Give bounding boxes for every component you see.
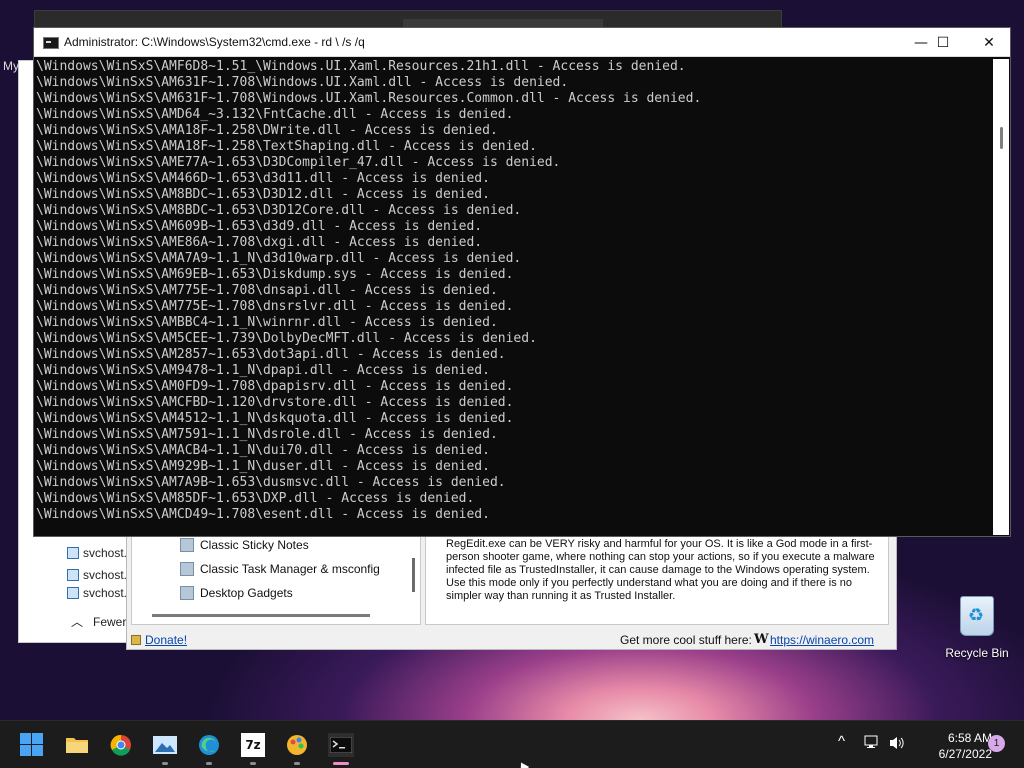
active-indicator: [333, 762, 349, 765]
console-line: \Windows\WinSxS\AM631F~1.708\Windows.UI.…: [36, 75, 569, 90]
console-line: \Windows\WinSxS\AM4512~1.1_N\dskquota.dl…: [36, 411, 514, 426]
process-row[interactable]: svchost.: [67, 568, 127, 582]
console-line: \Windows\WinSxS\AM69EB~1.653\Diskdump.sy…: [36, 267, 514, 282]
recycle-bin-shortcut[interactable]: Recycle Bin: [940, 596, 1014, 660]
console-line: \Windows\WinSxS\AMA7A9~1.1_N\d3d10warp.d…: [36, 251, 522, 266]
chrome-icon[interactable]: [109, 733, 133, 757]
winaero-url-link[interactable]: https://winaero.com: [770, 633, 874, 647]
tree-item-label: Desktop Gadgets: [200, 586, 293, 600]
console-line: \Windows\WinSxS\AME77A~1.653\D3DCompiler…: [36, 155, 561, 170]
process-name: svchost.: [83, 586, 128, 600]
chevron-up-icon[interactable]: ^: [838, 733, 845, 768]
category-tree[interactable]: Classic Sticky Notes Classic Task Manage…: [131, 535, 421, 625]
console-line: \Windows\WinSxS\AMF6D8~1.51_\Windows.UI.…: [36, 59, 686, 74]
description-panel: RegEdit.exe can be VERY risky and harmfu…: [425, 535, 889, 625]
fewer-details-button[interactable]: ︿ Fewer: [71, 613, 126, 630]
fewer-details-label: Fewer: [93, 614, 127, 629]
scrollbar-thumb[interactable]: [1000, 127, 1003, 149]
console-output[interactable]: \Windows\WinSxS\AMF6D8~1.51_\Windows.UI.…: [36, 59, 994, 534]
sticky-notes-icon: [180, 538, 194, 552]
network-icon[interactable]: [864, 735, 882, 768]
console-line: \Windows\WinSxS\AM2857~1.653\dot3api.dll…: [36, 347, 506, 362]
close-button[interactable]: ✕: [966, 28, 1012, 57]
file-explorer-icon[interactable]: [65, 733, 89, 757]
tree-item-task-manager[interactable]: Classic Task Manager & msconfig: [180, 562, 380, 576]
process-row[interactable]: svchost.: [67, 546, 127, 560]
task-manager-icon: [180, 562, 194, 576]
donate-icon: [131, 635, 141, 645]
tree-item-label: Classic Sticky Notes: [200, 538, 309, 552]
start-icon[interactable]: [20, 733, 44, 757]
console-line: \Windows\WinSxS\AM0FD9~1.708\dpapisrv.dl…: [36, 379, 514, 394]
console-line: \Windows\WinSxS\AM8BDC~1.653\D3D12.dll -…: [36, 187, 490, 202]
volume-icon[interactable]: [888, 735, 906, 768]
console-line: \Windows\WinSxS\AM7591~1.1_N\dsrole.dll …: [36, 427, 498, 442]
donate-link[interactable]: Donate!: [145, 633, 187, 647]
recycle-bin-label: Recycle Bin: [945, 646, 1009, 660]
winaero-logo-icon: W: [754, 632, 769, 647]
console-scrollbar[interactable]: [993, 59, 1009, 535]
running-indicator: [206, 762, 212, 765]
console-line: \Windows\WinSxS\AMCD49~1.708\esent.dll -…: [36, 507, 490, 522]
console-line: \Windows\WinSxS\AM609B~1.653\d3d9.dll - …: [36, 219, 483, 234]
console-line: \Windows\WinSxS\AMA18F~1.258\DWrite.dll …: [36, 123, 498, 138]
7zip-icon[interactable]: 7z: [241, 733, 265, 757]
running-indicator: [250, 762, 256, 765]
more-stuff-text: Get more cool stuff here:: [620, 633, 752, 647]
console-line: \Windows\WinSxS\AMCFBD~1.120\drvstore.dl…: [36, 395, 514, 410]
clock[interactable]: 6:58 AM 6/27/2022: [908, 730, 992, 762]
cmd-app-icon[interactable]: [43, 37, 59, 49]
console-line: \Windows\WinSxS\AM9478~1.1_N\dpapi.dll -…: [36, 363, 490, 378]
notification-badge[interactable]: 1: [988, 735, 1005, 752]
status-bar: Donate! Get more cool stuff here: W http…: [127, 631, 896, 649]
running-indicator: [294, 762, 300, 765]
console-line: \Windows\WinSxS\AMA18F~1.258\TextShaping…: [36, 139, 537, 154]
console-line: \Windows\WinSxS\AM466D~1.653\d3d11.dll -…: [36, 171, 490, 186]
process-row[interactable]: svchost.: [67, 586, 127, 600]
taskmgr-title-fragment: My: [3, 59, 19, 73]
clock-time: 6:58 AM: [947, 731, 992, 745]
tree-vertical-scrollbar[interactable]: [412, 558, 415, 592]
console-line: \Windows\WinSxS\AMBBC4~1.1_N\winrnr.dll …: [36, 315, 498, 330]
tree-item-sticky-notes[interactable]: Classic Sticky Notes: [180, 538, 309, 552]
console-line: \Windows\WinSxS\AME86A~1.708\dxgi.dll - …: [36, 235, 483, 250]
running-indicator: [162, 762, 168, 765]
process-icon: [67, 569, 79, 581]
tree-item-label: Classic Task Manager & msconfig: [200, 562, 380, 576]
winaero-tweaker-window[interactable]: Classic Sticky Notes Classic Task Manage…: [126, 534, 897, 650]
taskbar: 7z ^ 6:58 AM 6/27/2022: [0, 720, 1024, 768]
clock-date: 6/27/2022: [938, 747, 992, 761]
chevron-up-icon: ︿: [71, 615, 84, 629]
tree-horizontal-scrollbar[interactable]: [152, 614, 370, 617]
console-line: \Windows\WinSxS\AMACB4~1.1_N\dui70.dll -…: [36, 443, 490, 458]
terminal-icon[interactable]: [328, 733, 354, 757]
tree-item-gadgets[interactable]: Desktop Gadgets: [180, 586, 293, 600]
process-icon: [67, 547, 79, 559]
paint-icon[interactable]: [285, 733, 309, 757]
process-name: svchost.: [83, 546, 128, 560]
console-line: \Windows\WinSxS\AM5CEE~1.739\DolbyDecMFT…: [36, 331, 537, 346]
process-icon: [67, 587, 79, 599]
edge-icon[interactable]: [197, 733, 221, 757]
photos-icon[interactable]: [153, 733, 177, 757]
window-title: Administrator: C:\Windows\System32\cmd.e…: [64, 35, 365, 49]
console-line: \Windows\WinSxS\AM8BDC~1.653\D3D12Core.d…: [36, 203, 522, 218]
cmd-window[interactable]: Administrator: C:\Windows\System32\cmd.e…: [33, 27, 1011, 537]
console-line: \Windows\WinSxS\AM775E~1.708\dnsapi.dll …: [36, 283, 498, 298]
recycle-bin-icon: [960, 596, 994, 636]
maximize-button[interactable]: ☐: [920, 28, 966, 57]
console-line: \Windows\WinSxS\AM85DF~1.653\DXP.dll - A…: [36, 491, 475, 506]
process-name: svchost.: [83, 568, 128, 582]
console-line: \Windows\WinSxS\AM775E~1.708\dnsrslvr.dl…: [36, 299, 514, 314]
console-line: \Windows\WinSxS\AMD64_~3.132\FntCache.dl…: [36, 107, 514, 122]
console-line: \Windows\WinSxS\AM631F~1.708\Windows.UI.…: [36, 91, 702, 106]
console-line: \Windows\WinSxS\AM7A9B~1.653\dusmsvc.dll…: [36, 475, 506, 490]
console-line: \Windows\WinSxS\AM929B~1.1_N\duser.dll -…: [36, 459, 490, 474]
gadgets-icon: [180, 586, 194, 600]
cmd-titlebar[interactable]: Administrator: C:\Windows\System32\cmd.e…: [34, 28, 1010, 57]
